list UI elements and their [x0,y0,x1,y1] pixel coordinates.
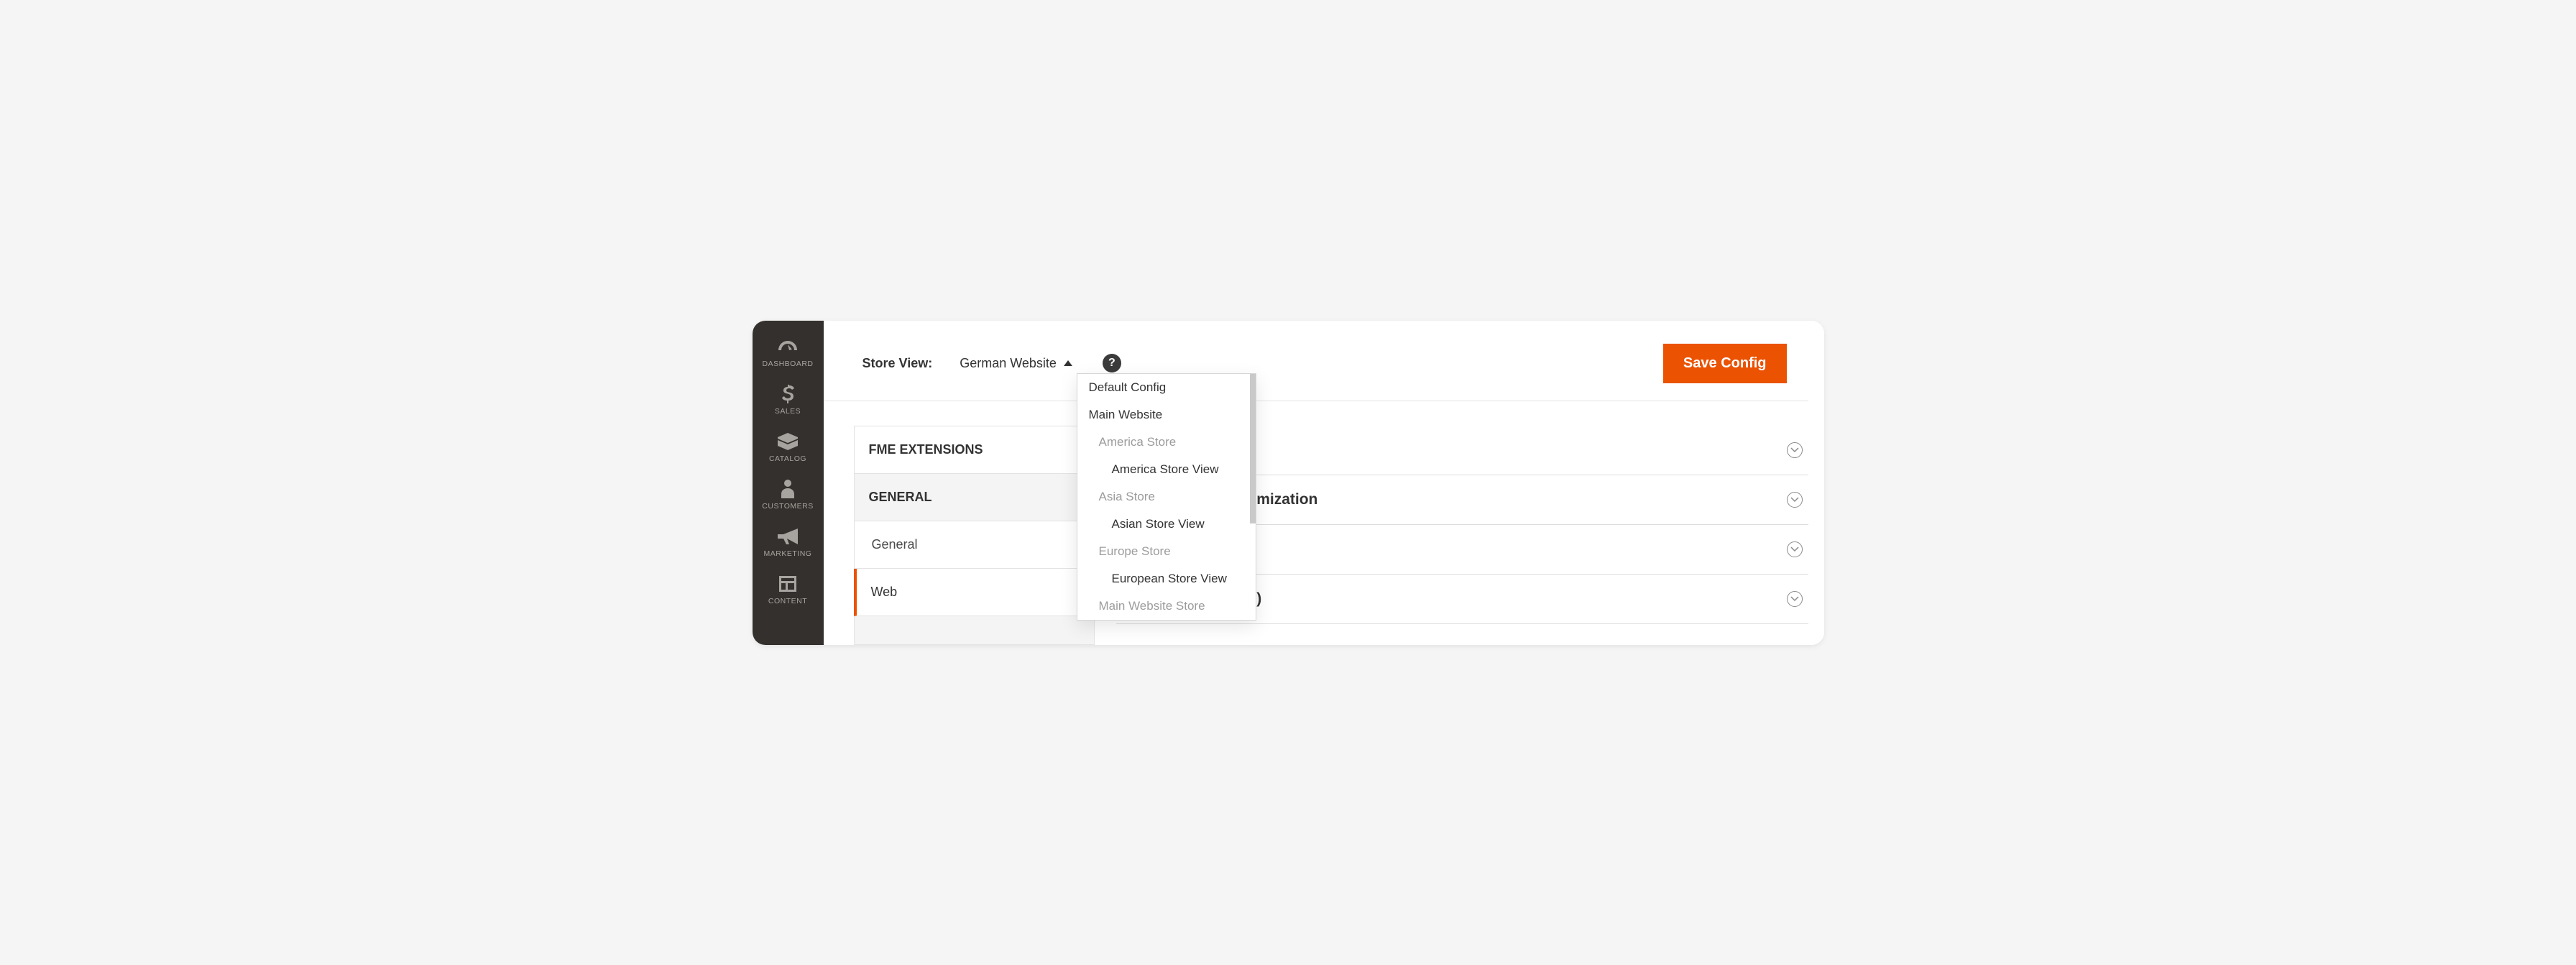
admin-window: DASHBOARD SALES CATALOG CUSTOMERS MARKET… [753,321,1824,645]
main-panel: Store View: German Website ? Save Config… [824,321,1824,645]
dd-america-store-view[interactable]: America Store View [1077,456,1256,483]
dd-default-config[interactable]: Default Config [1077,374,1256,401]
dd-main-website[interactable]: Main Website [1077,401,1256,429]
box-icon [776,431,800,452]
store-view-selector[interactable]: German Website [960,356,1072,371]
config-tabs: FME EXTENSIONS GENERAL General Web [854,426,1095,645]
chevron-down-icon [1787,541,1803,557]
dropdown-scrollbar[interactable] [1250,374,1256,523]
nav-dashboard[interactable]: DASHBOARD [753,329,824,377]
tab-general[interactable]: General [854,521,1095,569]
content-row: FME EXTENSIONS GENERAL General Web Url O… [824,401,1808,645]
gauge-icon [776,337,800,357]
person-icon [776,479,800,499]
nav-catalog[interactable]: CATALOG [753,424,824,472]
tab-web[interactable]: Web [854,569,1095,616]
dd-european-store-view[interactable]: European Store View [1077,565,1256,593]
dd-main-website-store: Main Website Store [1077,593,1256,620]
tab-filler [854,616,1095,645]
left-nav-sidebar: DASHBOARD SALES CATALOG CUSTOMERS MARKET… [753,321,824,645]
save-config-button[interactable]: Save Config [1663,344,1787,383]
store-view-label: Store View: [862,356,933,371]
megaphone-icon [776,526,800,546]
nav-content[interactable]: CONTENT [753,567,824,614]
nav-label: MARKETING [764,549,812,558]
nav-label: SALES [775,407,801,416]
layout-icon [776,574,800,594]
dollar-icon [776,384,800,404]
tab-group-general[interactable]: GENERAL [854,474,1095,521]
dd-america-store: America Store [1077,429,1256,456]
nav-label: CATALOG [769,454,806,463]
chevron-down-icon [1787,492,1803,508]
nav-customers[interactable]: CUSTOMERS [753,472,824,519]
chevron-down-icon [1787,591,1803,607]
nav-marketing[interactable]: MARKETING [753,519,824,567]
nav-label: CONTENT [768,597,807,605]
tab-group-fme[interactable]: FME EXTENSIONS [854,426,1095,474]
nav-sales[interactable]: SALES [753,377,824,424]
store-view-dropdown[interactable]: Default Config Main Website America Stor… [1077,373,1256,621]
dd-europe-store: Europe Store [1077,538,1256,565]
nav-label: DASHBOARD [762,360,813,368]
chevron-down-icon [1787,442,1803,458]
help-icon[interactable]: ? [1103,354,1121,372]
store-view-value: German Website [960,356,1057,371]
topbar: Store View: German Website ? Save Config [824,321,1808,401]
dd-asian-store-view[interactable]: Asian Store View [1077,511,1256,538]
nav-label: CUSTOMERS [762,502,813,511]
dd-asia-store: Asia Store [1077,483,1256,511]
caret-up-icon [1064,360,1072,366]
